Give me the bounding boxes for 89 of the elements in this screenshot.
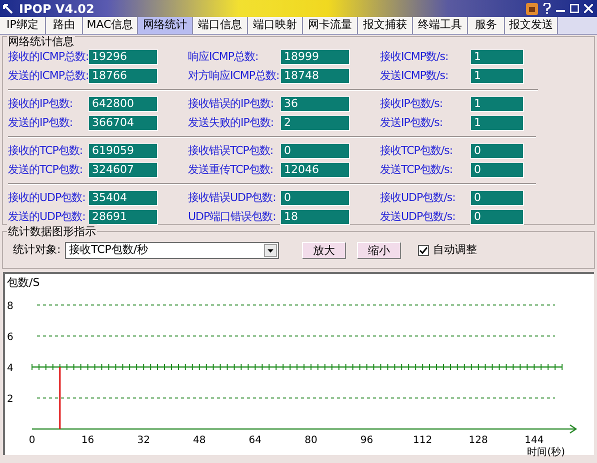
value-field: 18766: [88, 68, 158, 84]
reference-line: [59, 367, 61, 429]
app-icon: [3, 4, 13, 14]
value-field: 0: [280, 143, 350, 159]
value-field: 1: [470, 115, 524, 131]
value-field: 619059: [88, 143, 158, 159]
group-title: 网络统计信息: [7, 35, 75, 48]
tick-label: 64: [248, 435, 262, 446]
tick-label: 32: [137, 435, 150, 446]
value-field: 0: [470, 190, 524, 206]
value-field: 1: [470, 96, 524, 112]
tab[interactable]: 网卡流量: [303, 17, 358, 34]
tick-label: 80: [304, 435, 318, 446]
tick-label: 8: [7, 301, 14, 312]
object-dropdown[interactable]: 接收TCP包数/秒: [65, 242, 279, 259]
toolbox-icon[interactable]: [526, 2, 538, 14]
value-field: 28691: [88, 209, 158, 225]
close-icon[interactable]: [584, 4, 593, 13]
axis-title: 时间(秒): [527, 447, 565, 458]
field-label: 发送ICMP数/s:: [380, 68, 450, 84]
field-label: 接收错误的IP包数:: [188, 96, 275, 112]
checkbox-label: 自动调整: [433, 242, 477, 258]
zoom-button[interactable]: 放大: [302, 242, 346, 259]
field-label: 发送IP包数/s:: [380, 114, 444, 131]
tab[interactable]: 路由: [46, 17, 83, 34]
value-field: 36: [280, 96, 350, 112]
field-label: 接收的IP包数:: [8, 96, 74, 112]
field-label: UDP端口错误包数:: [188, 208, 277, 225]
tab[interactable]: 报文捕获: [358, 17, 413, 34]
tick-label: 112: [413, 435, 432, 446]
field-label: 接收ICMP数/s:: [380, 48, 450, 65]
tab[interactable]: 服务: [468, 17, 505, 34]
field-label: 发送失败的IP包数:: [188, 114, 275, 131]
tab[interactable]: MAC信息: [83, 17, 138, 34]
window-title: IPOP V4.02: [19, 0, 94, 18]
tick-label: 6: [7, 332, 14, 343]
tick-label: 128: [468, 435, 488, 446]
field-label: 发送的TCP包数:: [8, 162, 84, 178]
tick-label: 4: [7, 363, 14, 374]
value-field: 35404: [88, 190, 158, 206]
tab[interactable]: 终端工具: [413, 17, 468, 34]
value-field: 0: [470, 143, 524, 159]
value-field: 2: [280, 115, 350, 131]
value-field: 366704: [88, 115, 158, 131]
field-label: 发送TCP包数/s:: [380, 162, 454, 178]
value-field: 642800: [88, 96, 158, 112]
checkbox[interactable]: [418, 245, 429, 256]
value-field: 1: [470, 68, 524, 84]
value-field: 0: [470, 162, 524, 178]
tick-label: 0: [28, 435, 36, 446]
value-field: 18999: [280, 49, 350, 65]
field-label: 接收UDP包数/s:: [380, 190, 456, 206]
field-label: 发送的IP包数:: [8, 114, 74, 131]
field-label: 接收IP包数/s:: [380, 96, 444, 112]
field-label: 接收的ICMP总数:: [8, 48, 88, 65]
field-label: 发送的ICMP总数:: [8, 68, 88, 84]
field-label: 统计对象:: [13, 242, 62, 258]
tab[interactable]: 报文发送: [505, 17, 558, 34]
zoom-button[interactable]: 缩小: [357, 242, 401, 259]
value-field: 12046: [280, 162, 350, 178]
tab[interactable]: IP绑定: [0, 17, 46, 34]
tick-label: 16: [81, 435, 94, 446]
value-field: 324607: [88, 162, 158, 178]
value-field: 0: [280, 190, 350, 206]
axis-title: 包数/S: [7, 275, 40, 291]
field-label: 接收错误TCP包数:: [188, 142, 274, 159]
maximize-icon[interactable]: [570, 4, 579, 13]
field-label: 对方响应ICMP总数:: [188, 68, 280, 84]
field-label: 接收错误UDP包数:: [188, 190, 277, 206]
tab[interactable]: 网络统计: [138, 17, 193, 34]
field-label: 接收的TCP包数:: [8, 142, 84, 159]
field-label: 发送的UDP包数:: [8, 208, 86, 225]
tick-label: 96: [360, 435, 374, 446]
tab[interactable]: 端口映射: [248, 17, 303, 34]
field-label: 接收的UDP包数:: [8, 190, 86, 206]
field-label: 响应ICMP总数:: [188, 48, 260, 65]
help-icon[interactable]: [543, 3, 551, 14]
tab[interactable]: 端口信息: [193, 17, 248, 34]
value-field: 0: [470, 209, 524, 225]
tick-label: 2: [7, 394, 14, 405]
tick-label: 144: [524, 435, 544, 446]
field-label: 发送重传TCP包数:: [188, 162, 274, 178]
value-field: 19296: [88, 49, 158, 65]
tick-label: 48: [193, 435, 206, 446]
field-label: 接收TCP包数/s:: [380, 142, 454, 159]
value-field: 18: [280, 209, 350, 225]
field-label: 发送UDP包数/s:: [380, 208, 456, 225]
value-field: 18748: [280, 68, 350, 84]
value-field: 1: [470, 49, 524, 65]
